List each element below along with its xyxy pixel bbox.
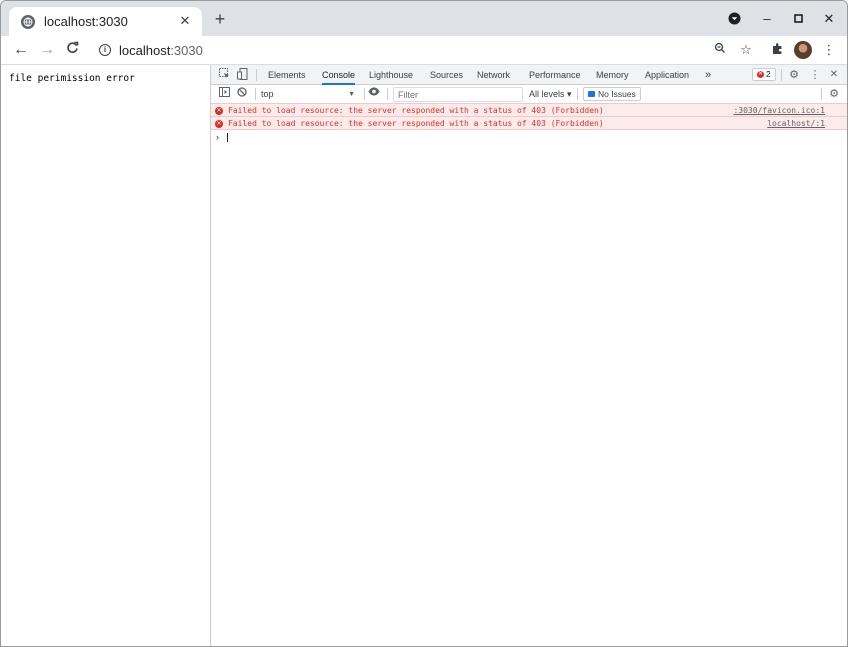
bookmark-star-icon[interactable]: ☆ [738,42,754,58]
devtools-close-icon[interactable]: ✕ [827,68,841,82]
forward-button[interactable]: → [38,41,56,59]
more-tabs-icon[interactable]: » [705,65,711,85]
console-filter-input[interactable] [393,87,523,102]
error-icon: ✕ [757,71,764,78]
minimize-button[interactable]: – [760,12,774,26]
profile-dropdown-icon[interactable] [727,12,741,26]
console-error-message: ✕ Failed to load resource: the server re… [211,103,847,117]
console-prompt[interactable]: › [211,130,847,144]
devtools-tabbar: Elements Console Lighthouse Sources Netw… [211,65,847,85]
browser-tab[interactable]: localhost:3030 ✕ [9,7,202,36]
globe-icon [21,14,35,29]
context-selector[interactable]: top ▼ [261,87,359,102]
tab-strip: localhost:3030 ✕ + – ✕ [1,1,847,36]
error-count: 2 [766,69,771,79]
browser-toolbar: ← → i localhost:3030 ☆ ⋮ [1,36,847,65]
chevron-down-icon: ▼ [348,91,355,98]
extensions-puzzle-icon[interactable] [769,42,785,58]
console-filterbar: top ▼ All levels ▾ No Issues ⚙ [211,85,847,104]
page-viewport: file perimission error [1,65,211,646]
tab-lighthouse[interactable]: Lighthouse [369,65,413,85]
context-value: top [261,89,274,99]
console-error-message: ✕ Failed to load resource: the server re… [211,116,847,131]
settings-gear-icon[interactable]: ⚙ [787,68,801,82]
error-count-badge[interactable]: ✕ 2 [752,68,776,81]
tab-sources[interactable]: Sources [430,65,463,85]
address-bar[interactable]: i localhost:3030 [91,38,759,62]
tab-elements[interactable]: Elements [268,65,306,85]
toolbar-divider [821,88,822,100]
toolbar-divider [781,69,782,81]
log-levels-dropdown[interactable]: All levels ▾ [529,87,572,102]
reload-button[interactable] [63,41,81,59]
browser-menu-icon[interactable]: ⋮ [821,42,837,58]
tab-performance[interactable]: Performance [529,65,581,85]
zoom-icon[interactable] [712,42,728,58]
clear-console-icon[interactable] [235,87,249,101]
toolbar-divider [387,88,388,100]
issues-label: No Issues [598,89,636,99]
profile-avatar[interactable] [794,41,812,59]
tab-title: localhost:3030 [44,14,128,29]
tab-console[interactable]: Console [322,65,356,85]
toolbar-divider [364,88,365,100]
sidebar-toggle-icon[interactable] [217,87,231,101]
url-port: :3030 [170,42,203,58]
error-icon: ✕ [215,120,223,128]
issues-button[interactable]: No Issues [583,87,641,101]
error-text: Failed to load resource: the server resp… [228,119,604,128]
prompt-chevron-icon: › [216,132,219,142]
toolbar-divider [256,69,257,81]
console-output: ✕ Failed to load resource: the server re… [211,103,847,144]
new-tab-button[interactable]: + [211,10,229,28]
maximize-button[interactable] [791,12,805,26]
error-icon: ✕ [215,107,223,115]
info-icon[interactable]: i [99,44,111,56]
tab-close-icon[interactable]: ✕ [177,13,193,29]
devtools-panel: Elements Console Lighthouse Sources Netw… [211,65,847,646]
toolbar-divider [577,88,578,100]
toolbar-divider [255,88,256,100]
text-caret [227,133,228,142]
tab-application[interactable]: Application [645,65,689,85]
device-toolbar-icon[interactable] [235,68,249,82]
close-window-button[interactable]: ✕ [822,12,836,26]
inspect-element-icon[interactable] [217,68,231,82]
browser-window: localhost:3030 ✕ + – ✕ ← → i localhost:3… [0,0,848,647]
error-source-link[interactable]: localhost/:1 [767,117,825,131]
tab-memory[interactable]: Memory [596,65,629,85]
console-settings-gear-icon[interactable]: ⚙ [827,87,841,101]
live-expression-eye-icon[interactable] [367,87,381,101]
back-button[interactable]: ← [12,41,30,59]
url-host: localhost [119,42,171,58]
page-body-text: file perimission error [9,73,135,84]
devtools-menu-icon[interactable]: ⋮ [808,68,822,82]
tab-network[interactable]: Network [477,65,510,85]
issues-icon [588,91,595,97]
